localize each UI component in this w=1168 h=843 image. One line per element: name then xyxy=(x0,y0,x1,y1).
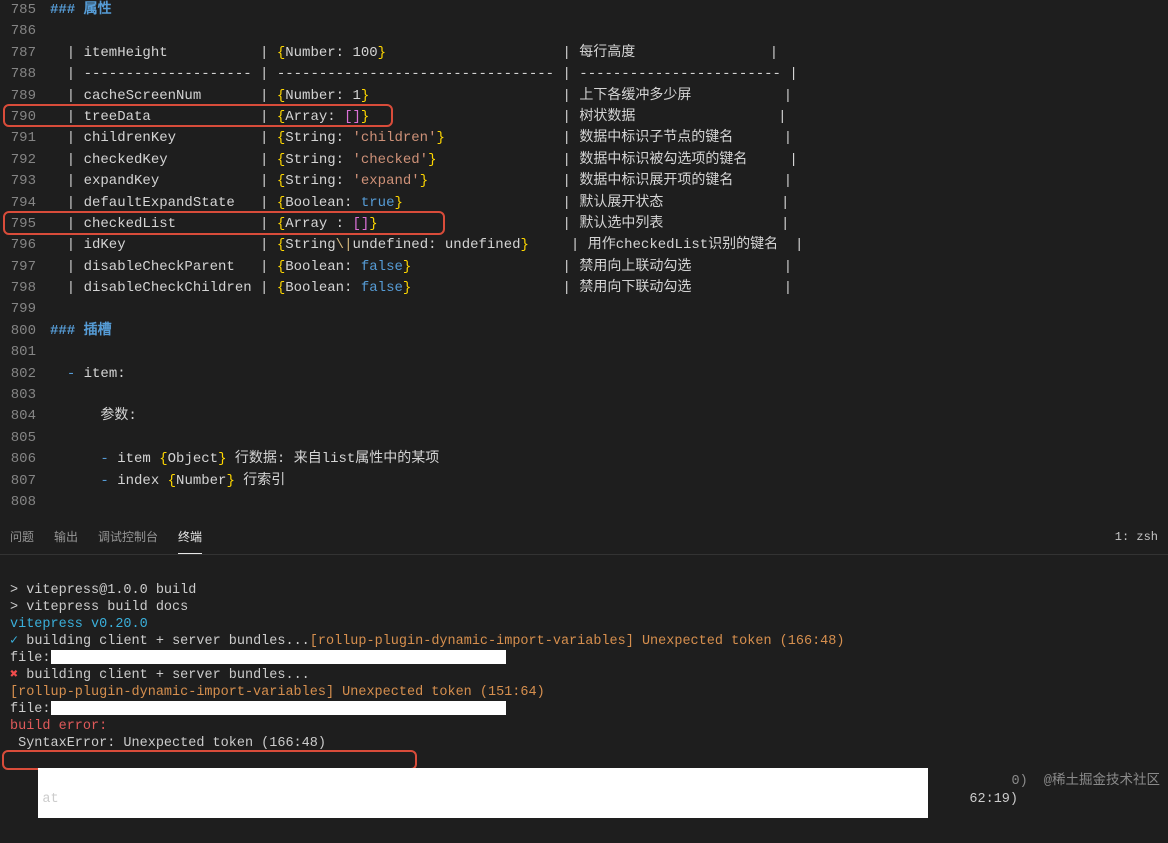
line-content xyxy=(50,492,1168,513)
line-number: 788 xyxy=(0,64,50,85)
line-number: 797 xyxy=(0,257,50,278)
terminal-line: build error: xyxy=(10,718,1158,735)
line-content: | childrenKey | {String: 'children'} | 数… xyxy=(50,128,1168,149)
code-line[interactable]: 793 | expandKey | {String: 'expand'} | 数… xyxy=(0,171,1168,192)
redacted-block xyxy=(51,701,506,715)
line-content xyxy=(50,428,1168,449)
terminal-line: > vitepress build docs xyxy=(10,599,1158,616)
terminal-line: file: xyxy=(10,650,1158,667)
line-content: | defaultExpandState | {Boolean: true} |… xyxy=(50,193,1168,214)
code-line[interactable]: 791 | childrenKey | {String: 'children'}… xyxy=(0,128,1168,149)
line-content: - item {Object} 行数据: 来自list属性中的某项 xyxy=(50,449,1168,470)
terminal-output[interactable]: > vitepress@1.0.0 build> vitepress build… xyxy=(0,555,1168,843)
terminal-line: > vitepress@1.0.0 build xyxy=(10,582,1158,599)
line-content: | disableCheckChildren | {Boolean: false… xyxy=(50,278,1168,299)
line-content xyxy=(50,385,1168,406)
code-line[interactable]: 797 | disableCheckParent | {Boolean: fal… xyxy=(0,257,1168,278)
line-content: - index {Number} 行索引 xyxy=(50,471,1168,492)
terminal-line: ✓ building client + server bundles...[ro… xyxy=(10,633,1158,650)
panel-tab-problems[interactable]: 问题 xyxy=(10,520,34,554)
code-line[interactable]: 785### 属性 xyxy=(0,0,1168,21)
code-line[interactable]: 806 - item {Object} 行数据: 来自list属性中的某项 xyxy=(0,449,1168,470)
terminal-selector[interactable]: 1: zsh xyxy=(1115,530,1158,544)
line-number: 785 xyxy=(0,0,50,21)
code-line[interactable]: 795 | checkedList | {Array : []} | 默认选中列… xyxy=(0,214,1168,235)
redacted-block xyxy=(51,650,506,664)
code-line[interactable]: 796 | idKey | {String\|undefined: undefi… xyxy=(0,235,1168,256)
terminal-line: SyntaxError: Unexpected token (166:48) xyxy=(10,735,1158,752)
code-line[interactable]: 808 xyxy=(0,492,1168,513)
line-content: ### 插槽 xyxy=(50,321,1168,342)
code-line[interactable]: 786 xyxy=(0,21,1168,42)
line-number: 798 xyxy=(0,278,50,299)
redacted-block xyxy=(38,768,928,818)
line-content: | treeData | {Array: []} | 树状数据 | xyxy=(50,107,1168,128)
code-line[interactable]: 800### 插槽 xyxy=(0,321,1168,342)
code-line[interactable]: 803 xyxy=(0,385,1168,406)
line-number: 807 xyxy=(0,471,50,492)
terminal-line: vitepress v0.20.0 xyxy=(10,616,1158,633)
code-line[interactable]: 792 | checkedKey | {String: 'checked'} |… xyxy=(0,150,1168,171)
code-line[interactable]: 794 | defaultExpandState | {Boolean: tru… xyxy=(0,193,1168,214)
line-content: | disableCheckParent | {Boolean: false} … xyxy=(50,257,1168,278)
line-number: 795 xyxy=(0,214,50,235)
line-content: ### 属性 xyxy=(50,0,1168,21)
line-number: 792 xyxy=(0,150,50,171)
line-number: 796 xyxy=(0,235,50,256)
line-number: 805 xyxy=(0,428,50,449)
terminal-line: at xyxy=(10,791,67,808)
terminal-line: 0) @稀土掘金技术社区 xyxy=(1011,773,1160,790)
line-content: 参数: xyxy=(50,406,1168,427)
panel-tabs: 问题输出调试控制台终端 1: zsh xyxy=(0,520,1168,555)
terminal-line: file: xyxy=(10,701,1158,718)
line-content: | idKey | {String\|undefined: undefined}… xyxy=(50,235,1168,256)
line-number: 804 xyxy=(0,406,50,427)
line-number: 791 xyxy=(0,128,50,149)
line-content: - item: xyxy=(50,364,1168,385)
code-line[interactable]: 790 | treeData | {Array: []} | 树状数据 | xyxy=(0,107,1168,128)
code-line[interactable]: 788 | -------------------- | -----------… xyxy=(0,64,1168,85)
code-line[interactable]: 807 - index {Number} 行索引 xyxy=(0,471,1168,492)
line-content: | checkedKey | {String: 'checked'} | 数据中… xyxy=(50,150,1168,171)
line-content xyxy=(50,299,1168,320)
line-number: 801 xyxy=(0,342,50,363)
line-number: 803 xyxy=(0,385,50,406)
line-number: 806 xyxy=(0,449,50,470)
line-content: | itemHeight | {Number: 100} | 每行高度 | xyxy=(50,43,1168,64)
line-content xyxy=(50,21,1168,42)
code-line[interactable]: 804 参数: xyxy=(0,406,1168,427)
code-line[interactable]: 801 xyxy=(0,342,1168,363)
terminal-line: [rollup-plugin-dynamic-import-variables]… xyxy=(10,684,1158,701)
line-content: | checkedList | {Array : []} | 默认选中列表 | xyxy=(50,214,1168,235)
panel-tab-output[interactable]: 输出 xyxy=(54,520,78,554)
line-number: 799 xyxy=(0,299,50,320)
editor-pane[interactable]: 785### 属性786787 | itemHeight | {Number: … xyxy=(0,0,1168,520)
code-line[interactable]: 787 | itemHeight | {Number: 100} | 每行高度 … xyxy=(0,43,1168,64)
line-number: 794 xyxy=(0,193,50,214)
highlight-annotation xyxy=(2,750,417,770)
line-number: 802 xyxy=(0,364,50,385)
code-line[interactable]: 805 xyxy=(0,428,1168,449)
line-number: 789 xyxy=(0,86,50,107)
panel-tab-debug[interactable]: 调试控制台 xyxy=(98,520,158,554)
line-content: | cacheScreenNum | {Number: 1} | 上下各缓冲多少… xyxy=(50,86,1168,107)
line-number: 808 xyxy=(0,492,50,513)
terminal-selector-label: 1: zsh xyxy=(1115,530,1158,544)
code-line[interactable]: 802 - item: xyxy=(0,364,1168,385)
line-number: 793 xyxy=(0,171,50,192)
terminal-line: 62:19) xyxy=(969,791,1018,808)
line-number: 787 xyxy=(0,43,50,64)
line-number: 790 xyxy=(0,107,50,128)
code-line[interactable]: 798 | disableCheckChildren | {Boolean: f… xyxy=(0,278,1168,299)
line-content: | expandKey | {String: 'expand'} | 数据中标识… xyxy=(50,171,1168,192)
line-number: 800 xyxy=(0,321,50,342)
line-content: | -------------------- | ---------------… xyxy=(50,64,1168,85)
line-content xyxy=(50,342,1168,363)
panel-tab-terminal[interactable]: 终端 xyxy=(178,520,202,554)
line-number: 786 xyxy=(0,21,50,42)
code-line[interactable]: 799 xyxy=(0,299,1168,320)
code-line[interactable]: 789 | cacheScreenNum | {Number: 1} | 上下各… xyxy=(0,86,1168,107)
terminal-line: ✖ building client + server bundles... xyxy=(10,667,1158,684)
